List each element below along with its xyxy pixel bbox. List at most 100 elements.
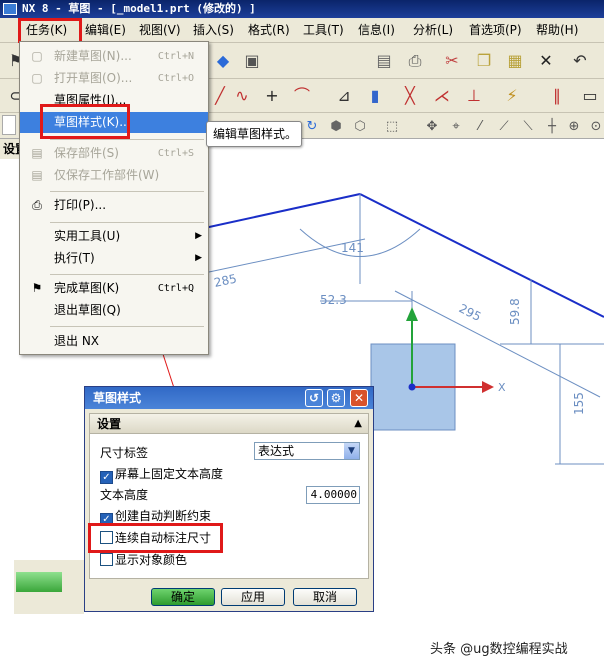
checkbox-checked-icon[interactable]: ✓ bbox=[100, 471, 113, 484]
finish-sketch-flag-icon: ⚑ bbox=[31, 281, 43, 295]
print-icon: ⎙ bbox=[32, 198, 42, 212]
parallel-icon[interactable]: ∥ bbox=[545, 84, 569, 108]
window-title-bar: NX 8 - 草图 - [_model1.prt (修改的) ] bbox=[0, 0, 604, 18]
fillet-icon[interactable]: ⌒ bbox=[290, 84, 314, 108]
vertical-dimension-155[interactable]: 155 bbox=[572, 392, 586, 415]
snap-midpoint-icon[interactable]: ⁄ bbox=[468, 114, 492, 138]
submenu-arrow-icon: ▶ bbox=[195, 253, 202, 263]
menu-item-exit-nx[interactable]: 退出 NX bbox=[20, 331, 208, 352]
window-title: NX 8 - 草图 - [_model1.prt (修改的) ] bbox=[22, 2, 256, 15]
vertical-dimension-59-8[interactable]: 59.8 bbox=[508, 298, 522, 325]
snap-endpoint-icon[interactable]: ⌖ bbox=[444, 114, 468, 138]
menu-item-save-part[interactable]: ▤ 保存部件(S) Ctrl+S bbox=[20, 143, 208, 164]
dialog-title-bar: 草图样式 ↺ ⚙ ✕ bbox=[85, 387, 373, 409]
snap-quadrant-icon[interactable]: ⊙ bbox=[584, 114, 604, 138]
menu-preferences[interactable]: 首选项(P) bbox=[469, 18, 522, 43]
studio-spline-icon[interactable]: ∿ bbox=[230, 84, 254, 108]
menu-help[interactable]: 帮助(H) bbox=[536, 18, 578, 43]
y-axis-arrow-icon bbox=[406, 307, 418, 321]
watermark: 头条 @ug数控编程实战 bbox=[430, 642, 568, 657]
continuous-auto-dim-highlight-box bbox=[88, 523, 223, 553]
sketch-profile bbox=[199, 193, 604, 318]
checkbox-unchecked-icon[interactable] bbox=[100, 553, 113, 566]
background-panel-fragment bbox=[14, 560, 84, 614]
model-cube-icon[interactable]: ◆ bbox=[211, 49, 235, 73]
trim-icon[interactable]: ⊿ bbox=[332, 84, 356, 108]
constraint-icon[interactable]: ╳ bbox=[398, 84, 422, 108]
save-icon[interactable]: ▤ bbox=[372, 49, 396, 73]
auto-dimension-icon[interactable]: ⚡ bbox=[500, 84, 524, 108]
chevron-down-icon[interactable]: ▼ bbox=[344, 443, 359, 459]
menu-format[interactable]: 格式(R) bbox=[248, 18, 290, 43]
text-height-input[interactable]: 4.00000 bbox=[306, 486, 360, 504]
menu-insert[interactable]: 插入(S) bbox=[193, 18, 234, 43]
cut-icon[interactable]: ✂ bbox=[440, 49, 464, 73]
menu-item-finish-sketch[interactable]: ⚑ 完成草图(K) Ctrl+Q bbox=[20, 278, 208, 299]
menu-item-save-work-part[interactable]: ▤ 仅保存工作部件(W) bbox=[20, 165, 208, 186]
offset-curve-icon[interactable]: ▮ bbox=[363, 84, 387, 108]
snap-grid-icon[interactable]: ✥ bbox=[420, 114, 444, 138]
select-rectangle-icon[interactable]: ⬚ bbox=[380, 114, 404, 138]
new-sketch-icon: ▢ bbox=[31, 49, 43, 63]
fix-text-height-checkbox[interactable]: ✓ 屏幕上固定文本高度 bbox=[100, 465, 223, 484]
menu-tools[interactable]: 工具(T) bbox=[303, 18, 344, 43]
point-icon[interactable]: + bbox=[260, 84, 284, 108]
geometric-constraint-icon[interactable]: ⋌ bbox=[430, 84, 454, 108]
print-icon[interactable]: ⎙ bbox=[403, 49, 427, 73]
show-object-color-checkbox[interactable]: 显示对象颜色 bbox=[100, 551, 187, 569]
apply-button[interactable]: 应用 bbox=[221, 588, 285, 606]
save-work-part-icon: ▤ bbox=[31, 168, 43, 182]
save-icon: ▤ bbox=[31, 146, 43, 160]
delete-icon[interactable]: ✕ bbox=[534, 49, 558, 73]
rectangle-icon[interactable]: ▭ bbox=[578, 84, 602, 108]
menu-edit[interactable]: 编辑(E) bbox=[85, 18, 126, 43]
menu-item-execute[interactable]: 执行(T) ▶ bbox=[20, 248, 208, 269]
length-dimension-285[interactable]: 285 bbox=[213, 271, 238, 289]
snap-point-icon[interactable]: ┼ bbox=[540, 114, 564, 138]
tooltip: 编辑草图样式。 bbox=[206, 121, 302, 147]
sketch-view-icon[interactable]: ↻ bbox=[300, 114, 324, 138]
menu-view[interactable]: 视图(V) bbox=[139, 18, 181, 43]
shaded-view-icon[interactable]: ⬢ bbox=[324, 114, 348, 138]
submenu-arrow-icon: ▶ bbox=[195, 231, 202, 241]
settings-section-header[interactable]: 设置 ▲ bbox=[90, 414, 368, 434]
snap-center-icon[interactable]: ⊕ bbox=[562, 114, 586, 138]
menu-item-new-sketch[interactable]: ▢ 新建草图(N)... Ctrl+N bbox=[20, 46, 208, 67]
open-sketch-icon: ▢ bbox=[31, 71, 43, 85]
undo-icon[interactable]: ↶ bbox=[568, 49, 592, 73]
menu-item-utilities[interactable]: 实用工具(U) ▶ bbox=[20, 226, 208, 247]
sketch-style-dialog: 草图样式 ↺ ⚙ ✕ 设置 ▲ 尺寸标签 表达式 ▼ ✓ 屏幕上固定文本高度 文本… bbox=[84, 386, 374, 612]
view-orient-icon[interactable]: ▣ bbox=[240, 49, 264, 73]
close-icon[interactable]: ✕ bbox=[350, 389, 368, 407]
menu-item-print[interactable]: ⎙ 打印(P)... bbox=[20, 195, 208, 216]
wireframe-view-icon[interactable]: ⬡ bbox=[348, 114, 372, 138]
menu-separator bbox=[50, 191, 204, 192]
collapse-chevron-icon[interactable]: ▲ bbox=[354, 414, 362, 434]
gear-icon[interactable]: ⚙ bbox=[327, 389, 345, 407]
nx-app-icon bbox=[3, 3, 17, 15]
snap-control-icon[interactable]: ⟋ bbox=[492, 114, 516, 138]
ok-button[interactable]: 确定 bbox=[151, 588, 215, 606]
menu-separator bbox=[50, 274, 204, 275]
length-dimension-295[interactable]: 295 bbox=[457, 301, 484, 324]
type-filter-field[interactable] bbox=[2, 115, 16, 135]
perpendicular-icon[interactable]: ⊥ bbox=[462, 84, 486, 108]
sketch-line-left[interactable] bbox=[199, 193, 361, 230]
reset-icon[interactable]: ↺ bbox=[305, 389, 323, 407]
menu-analysis[interactable]: 分析(L) bbox=[413, 18, 453, 43]
menu-item-exit-sketch[interactable]: 退出草图(Q) bbox=[20, 300, 208, 321]
paste-icon[interactable]: ▦ bbox=[503, 49, 527, 73]
line-icon[interactable]: ╱ bbox=[208, 84, 232, 108]
task-dropdown-menu: ▢ 新建草图(N)... Ctrl+N ▢ 打开草图(O)... Ctrl+O … bbox=[19, 41, 209, 355]
horizontal-dimension-52-3[interactable]: 52.3 bbox=[320, 293, 347, 307]
menu-item-open-sketch[interactable]: ▢ 打开草图(O)... Ctrl+O bbox=[20, 68, 208, 89]
menu-separator bbox=[50, 139, 204, 140]
sketch-style-highlight-box bbox=[40, 104, 130, 139]
angle-dimension-141[interactable]: 141 bbox=[341, 241, 364, 255]
menu-info[interactable]: 信息(I) bbox=[358, 18, 395, 43]
snap-intersection-icon[interactable]: ⟍ bbox=[516, 114, 540, 138]
copy-icon[interactable]: ❐ bbox=[472, 49, 496, 73]
dim-label-select[interactable]: 表达式 ▼ bbox=[254, 442, 360, 460]
cancel-button[interactable]: 取消 bbox=[293, 588, 357, 606]
sketch-line-right[interactable] bbox=[359, 193, 604, 318]
